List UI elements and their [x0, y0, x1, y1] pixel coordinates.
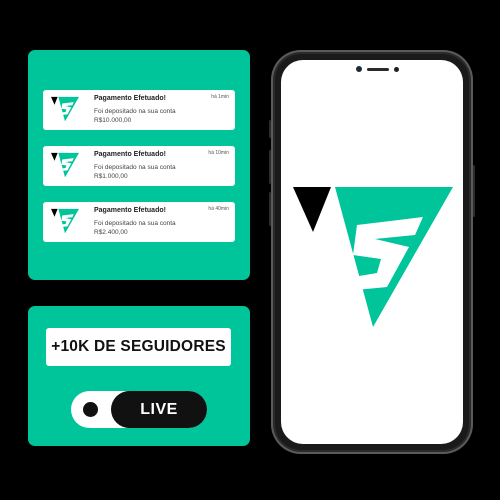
brand-logo-icon: [293, 187, 453, 337]
notification-title: Pagamento Efetuado!: [94, 207, 166, 214]
sensor-icon: [394, 67, 399, 72]
power-button: [473, 165, 475, 217]
notification-card[interactable]: Pagamento Efetuado! há 10min Foi deposit…: [43, 146, 235, 186]
notification-amount: R$10.000,00: [94, 117, 132, 124]
toggle-knob: [83, 402, 98, 417]
volume-up-button: [269, 150, 271, 184]
notification-card[interactable]: Pagamento Efetuado! há 1min Foi deposita…: [43, 90, 235, 130]
notification-card[interactable]: Pagamento Efetuado! há 40min Foi deposit…: [43, 202, 235, 242]
followers-badge: +10K DE SEGUIDORES: [46, 328, 231, 366]
notification-amount: R$2.400,00: [94, 229, 128, 236]
notification-time: há 10min: [208, 150, 229, 156]
volume-down-button: [269, 192, 271, 226]
notification-message: Foi depositado na sua conta: [94, 108, 176, 115]
notification-body: Foi depositado na sua conta R$1.000,00: [94, 163, 176, 181]
mute-switch: [269, 120, 271, 138]
brand-logo-icon: [51, 152, 79, 180]
notification-message: Foi depositado na sua conta: [94, 164, 176, 171]
notification-time: há 40min: [208, 206, 229, 212]
notification-title: Pagamento Efetuado!: [94, 95, 166, 102]
speaker-grille: [367, 68, 389, 71]
notification-amount: R$1.000,00: [94, 173, 128, 180]
live-toggle[interactable]: LIVE: [71, 391, 207, 428]
phone-screen: [281, 60, 463, 444]
notification-body: Foi depositado na sua conta R$2.400,00: [94, 219, 176, 237]
brand-logo-icon: [51, 96, 79, 124]
notification-time: há 1min: [211, 94, 229, 100]
phone-mockup: [269, 50, 475, 454]
notification-message: Foi depositado na sua conta: [94, 220, 176, 227]
brand-logo-icon: [51, 208, 79, 236]
promo-panel: +10K DE SEGUIDORES LIVE: [28, 306, 250, 446]
notifications-panel: Pagamento Efetuado! há 1min Foi deposita…: [28, 50, 250, 280]
notification-body: Foi depositado na sua conta R$10.000,00: [94, 107, 176, 125]
camera-icon: [356, 66, 362, 72]
notification-title: Pagamento Efetuado!: [94, 151, 166, 158]
live-label: LIVE: [111, 391, 207, 428]
